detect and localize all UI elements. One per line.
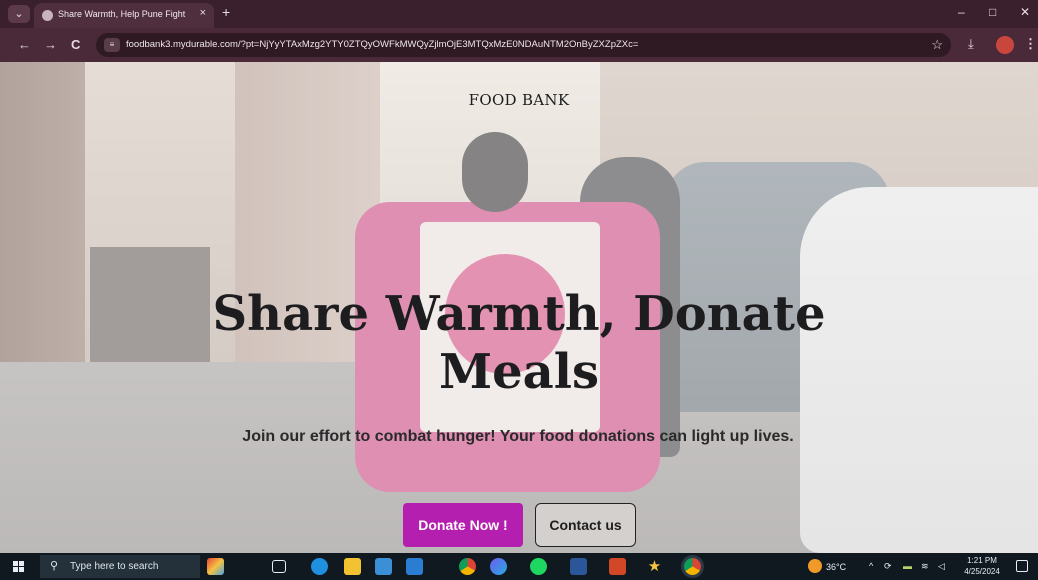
more-menu-icon[interactable]: ⋮: [1024, 36, 1037, 52]
browser-tab[interactable]: Share Warmth, Help Pune Fight ×: [34, 3, 214, 28]
windows-start-icon[interactable]: [13, 561, 24, 572]
back-button[interactable]: ←: [18, 37, 31, 52]
url-text[interactable]: foodbank3.mydurable.com/?pt=NjYyYTAxMzg2…: [126, 39, 906, 50]
widget-icon[interactable]: [207, 558, 224, 575]
spotify-icon[interactable]: [530, 558, 547, 575]
task-view-icon[interactable]: [272, 560, 286, 573]
powerpoint-icon[interactable]: [609, 558, 626, 575]
donate-now-button[interactable]: Donate Now !: [403, 503, 523, 547]
reload-button[interactable]: C: [71, 37, 80, 52]
chrome-icon[interactable]: [459, 558, 476, 575]
bookmark-star-icon[interactable]: ☆: [931, 37, 943, 53]
url-field[interactable]: ≡ foodbank3.mydurable.com/?pt=NjYyYTAxMz…: [96, 33, 951, 57]
system-clock[interactable]: 1:21 PM 4/25/2024: [957, 555, 1007, 577]
weather-icon[interactable]: [808, 559, 822, 573]
edge-icon[interactable]: [311, 558, 328, 575]
hero-subtitle: Join our effort to combat hunger! Your f…: [242, 428, 794, 445]
forward-button[interactable]: →: [44, 37, 57, 52]
new-tab-button[interactable]: +: [222, 4, 230, 20]
battery-icon[interactable]: ▬: [903, 561, 912, 571]
star-app-icon[interactable]: ★: [646, 557, 663, 575]
show-hidden-icons-icon[interactable]: ^: [869, 561, 873, 571]
search-icon: ⚲: [50, 560, 59, 572]
minimize-button[interactable]: –: [958, 5, 965, 19]
copilot-icon[interactable]: [490, 558, 507, 575]
mail-icon[interactable]: [406, 558, 423, 575]
site-brand[interactable]: FOOD BANK: [0, 91, 1038, 109]
tab-favicon-icon: [42, 10, 53, 21]
hero-title: Share Warmth, Donate Meals: [212, 286, 826, 400]
download-icon[interactable]: ⤓: [968, 36, 974, 52]
chrome-active-icon[interactable]: [684, 558, 701, 575]
notification-center-icon[interactable]: [1016, 560, 1028, 572]
file-explorer-icon[interactable]: [344, 558, 361, 575]
volume-icon[interactable]: ◁: [938, 561, 945, 572]
maximize-button[interactable]: □: [989, 5, 996, 19]
tab-title: Share Warmth, Help Pune Fight: [58, 9, 186, 19]
windows-taskbar: ⚲ Type here to search ★ 36°C ^ ⟳ ▬ ≋ ◁ 1…: [0, 553, 1038, 580]
store-icon[interactable]: [375, 558, 392, 575]
web-page: FOOD BANK Share Warmth, Donate Meals Joi…: [0, 62, 1038, 553]
sync-icon[interactable]: ⟳: [884, 561, 892, 572]
word-icon[interactable]: [570, 558, 587, 575]
clock-date: 4/25/2024: [964, 567, 1000, 576]
browser-tab-bar: ⌄ Share Warmth, Help Pune Fight × + – □ …: [0, 0, 1038, 28]
site-info-icon[interactable]: ≡: [104, 38, 120, 52]
address-bar-row: ← → C ≡ foodbank3.mydurable.com/?pt=NjYy…: [0, 28, 1038, 62]
clock-time: 1:21 PM: [967, 556, 997, 565]
weather-temperature[interactable]: 36°C: [826, 562, 846, 572]
taskbar-search-input[interactable]: ⚲ Type here to search: [40, 555, 200, 578]
contact-us-button[interactable]: Contact us: [535, 503, 636, 547]
tab-search-menu-icon[interactable]: ⌄: [8, 5, 30, 23]
wifi-icon[interactable]: ≋: [921, 561, 929, 572]
tab-close-icon[interactable]: ×: [200, 7, 206, 19]
search-placeholder: Type here to search: [70, 561, 159, 572]
profile-avatar-icon[interactable]: [996, 36, 1014, 54]
close-window-button[interactable]: ✕: [1020, 5, 1030, 19]
